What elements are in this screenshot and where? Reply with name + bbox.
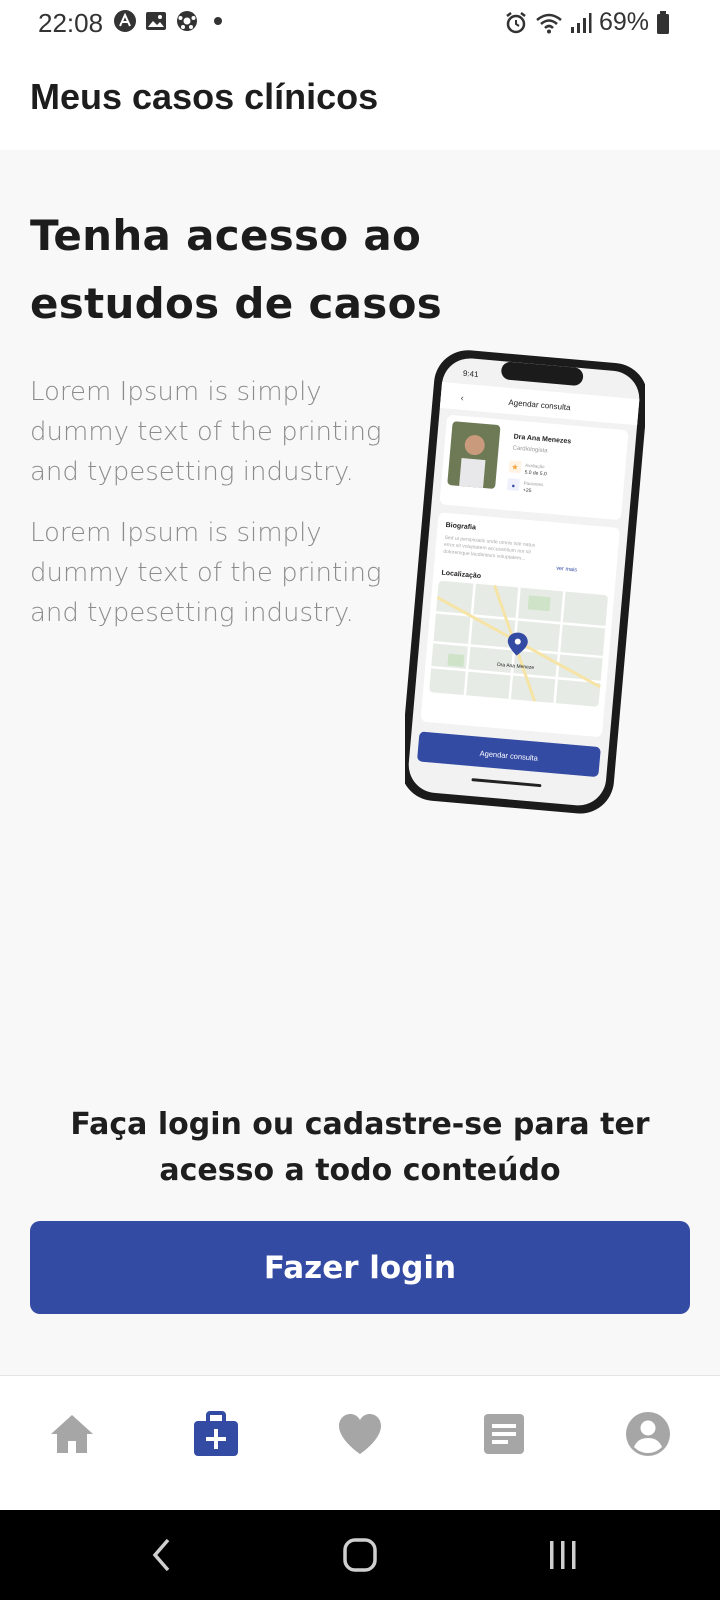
phone-mockup-illustration: 9:41 ‹ Agendar consulta Dra Ana Menezes … (405, 350, 645, 814)
wifi-icon (536, 13, 562, 33)
system-recents-button[interactable] (538, 1532, 588, 1578)
page-title: Meus casos clínicos (30, 76, 379, 117)
login-prompt: Faça login ou cadastre-se para ter acess… (70, 1107, 650, 1188)
dot-icon (214, 17, 222, 25)
patients-value: +25 (523, 487, 532, 494)
mockup-time: 9:41 (463, 369, 480, 379)
nav-item-favorites[interactable] (330, 1404, 390, 1464)
nav-item-documents[interactable] (474, 1404, 534, 1464)
soccer-ball-icon (177, 11, 197, 31)
headline: Tenha acesso ao estudos de casos (30, 211, 443, 328)
image-icon (146, 12, 166, 30)
system-back-button[interactable] (136, 1532, 186, 1578)
nav-item-profile[interactable] (618, 1404, 678, 1464)
system-home-button[interactable] (335, 1532, 385, 1578)
document-icon (484, 1414, 524, 1454)
home-icon (51, 1415, 93, 1453)
recents-icon (550, 1541, 576, 1569)
status-time: 22:08 (38, 8, 104, 38)
description-paragraph-2: Lorem Ipsum is simply dummy text of the … (30, 518, 382, 628)
home-circle-icon (343, 1538, 377, 1572)
a-circle-icon (114, 10, 136, 32)
nav-item-home[interactable] (42, 1404, 102, 1464)
alarm-icon (506, 11, 526, 33)
login-button[interactable]: Fazer login (30, 1221, 690, 1314)
signal-icon (570, 12, 592, 33)
nav-item-cases[interactable] (186, 1404, 246, 1464)
system-status-icons: 69% (504, 8, 670, 37)
battery-icon (657, 10, 669, 34)
description-paragraph-1: Lorem Ipsum is simply dummy text of the … (30, 377, 382, 487)
medical-case-icon (194, 1411, 238, 1456)
app-bar: Meus casos clínicos (0, 46, 720, 150)
bottom-navigation (0, 1375, 720, 1510)
system-navigation-bar (0, 1510, 720, 1600)
status-bar: 22:08 69% (0, 0, 720, 46)
back-icon (152, 1538, 170, 1572)
notification-icons (114, 10, 229, 32)
profile-icon (626, 1412, 670, 1456)
star-icon: ★ (511, 462, 519, 472)
heart-icon (339, 1414, 381, 1454)
battery-percent: 69% (598, 8, 649, 36)
main-content: Tenha acesso ao estudos de casos Lorem I… (0, 150, 720, 1375)
